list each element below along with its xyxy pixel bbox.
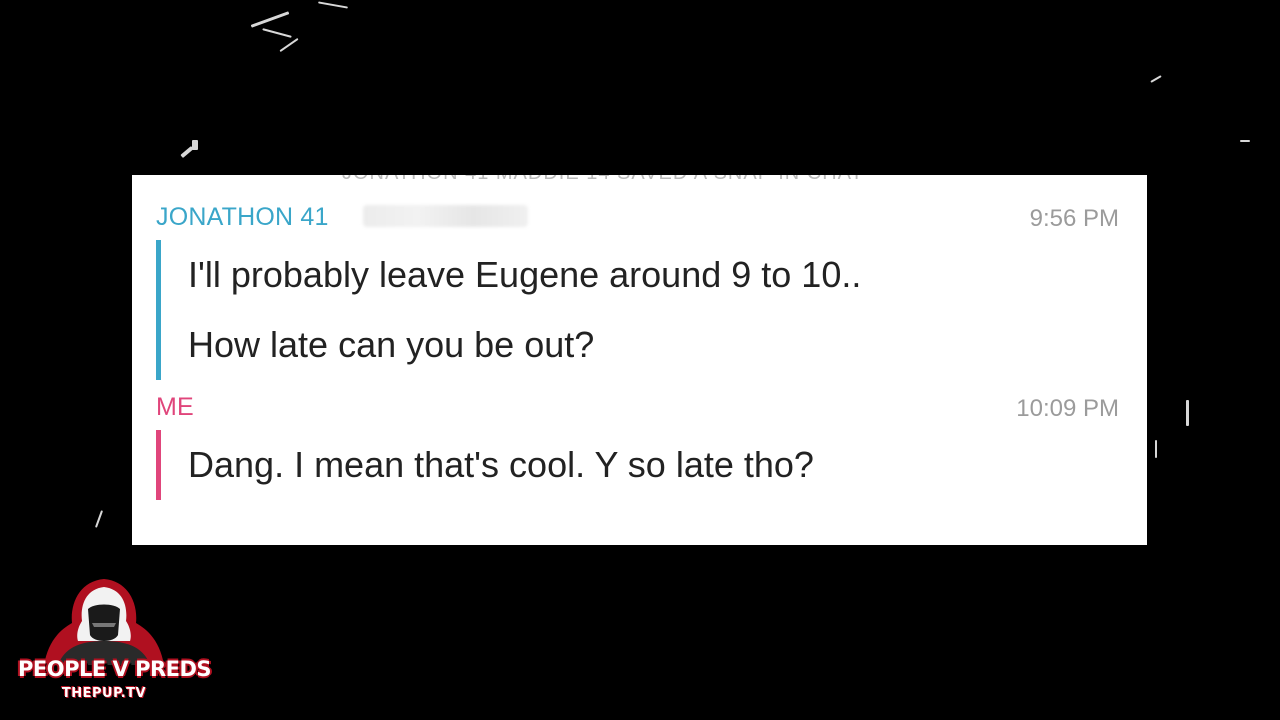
- decorative-speck: [318, 1, 348, 9]
- hooded-figure-icon: [44, 579, 164, 665]
- message-text: How late can you be out?: [188, 324, 595, 365]
- message-header-me: ME 10:09 PM: [156, 393, 1119, 423]
- decorative-speck: [262, 28, 292, 38]
- redacted-name-blur: [363, 205, 528, 227]
- message-timestamp: 9:56 PM: [1029, 205, 1119, 232]
- decorative-speck: [250, 11, 290, 28]
- decorative-speck: [279, 37, 299, 53]
- decorative-speck: [1186, 400, 1189, 426]
- sender-name: JONATHON 41: [156, 203, 329, 231]
- video-frame: JONATHON 41 MADDIE 14 SAVED A SNAP IN CH…: [0, 0, 1280, 720]
- chat-screenshot: JONATHON 41 MADDIE 14 SAVED A SNAP IN CH…: [132, 175, 1147, 545]
- decorative-speck: [94, 510, 104, 528]
- message-timestamp: 10:09 PM: [1016, 395, 1119, 422]
- decorative-speck: [1155, 440, 1157, 458]
- message-text: Dang. I mean that's cool. Y so late tho?: [188, 444, 814, 485]
- decorative-speck: [1240, 140, 1250, 142]
- message-group-jonathon: I'll probably leave Eugene around 9 to 1…: [156, 240, 1119, 380]
- logo-subtitle: THEPUP.TV: [61, 686, 147, 701]
- message-group-me: Dang. I mean that's cool. Y so late tho?: [156, 430, 1119, 500]
- logo-title: PEOPLE V PREDS: [18, 657, 212, 681]
- message-header-jonathon: JONATHON 41 9:56 PM: [156, 203, 1119, 233]
- message-text: I'll probably leave Eugene around 9 to 1…: [188, 254, 862, 295]
- sender-name: ME: [156, 393, 194, 421]
- cut-off-header-text: JONATHON 41 MADDIE 14 SAVED A SNAP IN CH…: [342, 175, 864, 185]
- decorative-speck: [1150, 75, 1162, 83]
- watermark-logo: PEOPLE V PREDS THEPUP.TV: [18, 575, 212, 710]
- decorative-speck: [192, 140, 198, 150]
